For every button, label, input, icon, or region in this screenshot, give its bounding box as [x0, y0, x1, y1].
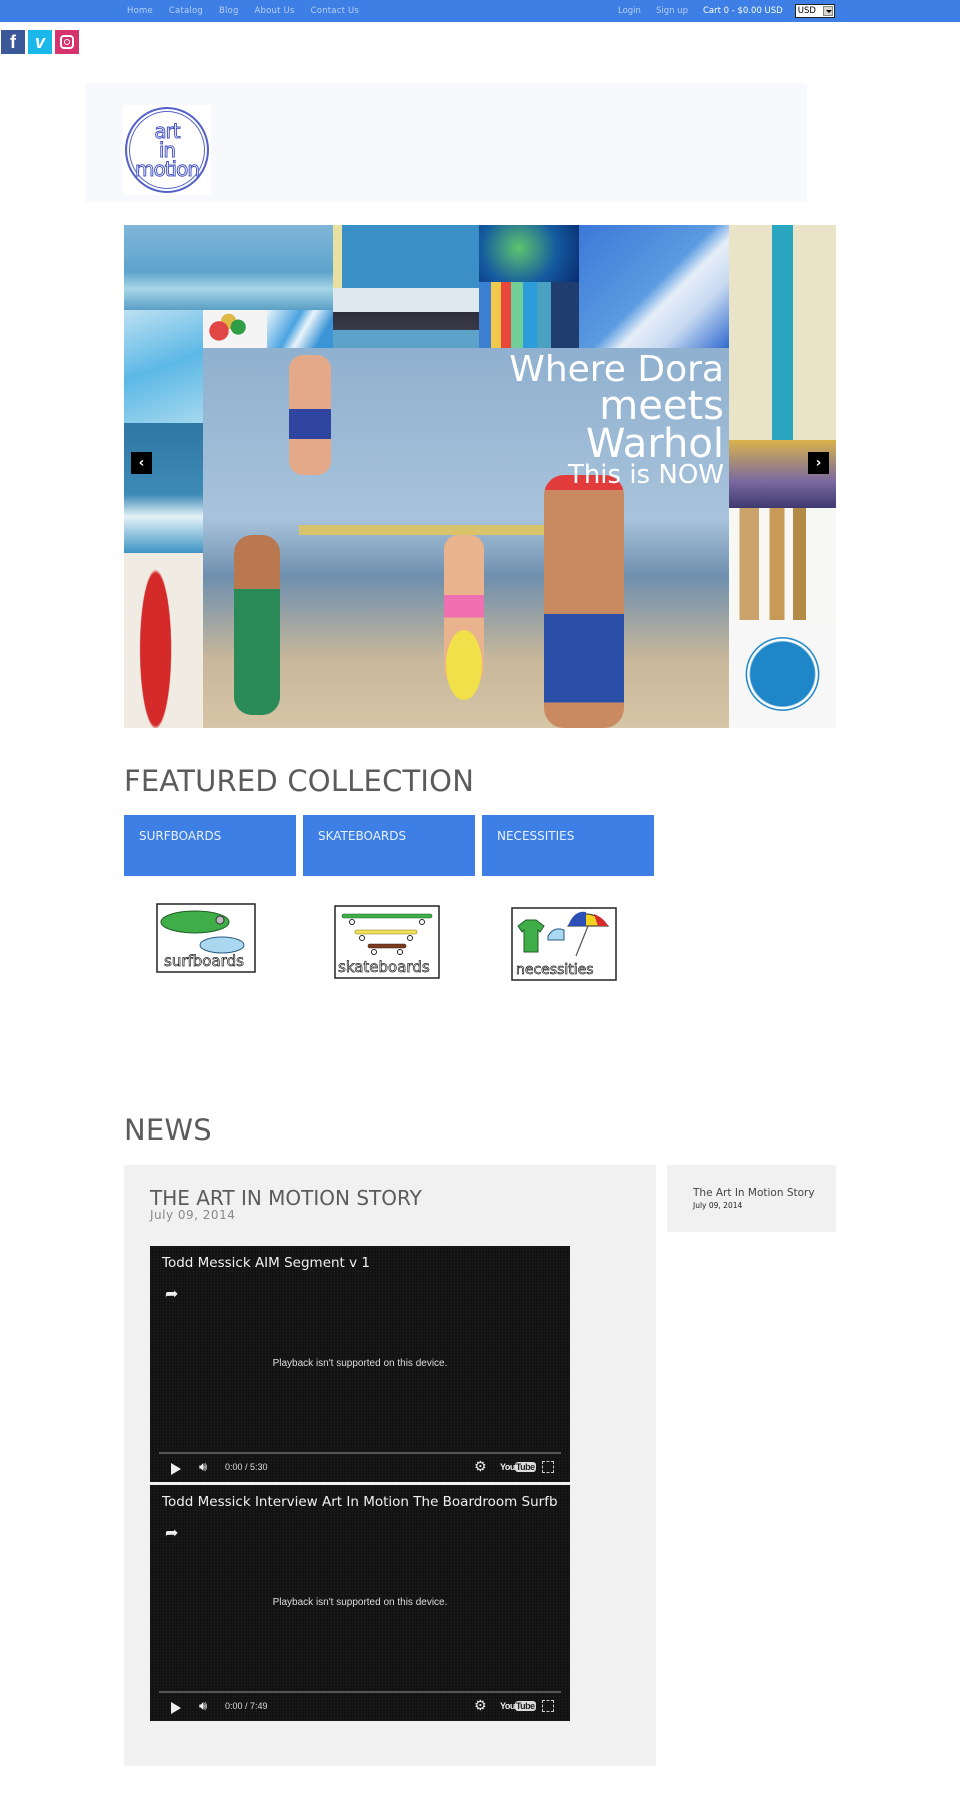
- beach-person-right: [544, 475, 624, 728]
- sidebar-article-link[interactable]: The Art In Motion Story: [693, 1187, 815, 1199]
- collection-skateboards-button[interactable]: SKATEBOARDS: [303, 815, 475, 876]
- beach-person-jumping: [289, 355, 331, 475]
- photo-red-board: [124, 553, 203, 728]
- photo-wetsuit-surfer: [124, 423, 203, 553]
- video-title[interactable]: Todd Messick Interview Art In Motion The…: [162, 1494, 558, 1510]
- photo-skateboards: [729, 508, 836, 620]
- photo-pier: [333, 288, 479, 348]
- play-icon[interactable]: [171, 1702, 181, 1714]
- gear-icon[interactable]: ⚙: [474, 1698, 487, 1714]
- youtube-logo-icon[interactable]: YouTube: [500, 1462, 536, 1472]
- beach-surfboard-yellow: [446, 630, 482, 700]
- play-icon[interactable]: [171, 1463, 181, 1475]
- chevron-left-icon: ‹: [138, 455, 145, 471]
- video-title[interactable]: Todd Messick AIM Segment v 1: [162, 1255, 370, 1271]
- currency-select[interactable]: USD: [794, 4, 835, 18]
- sidebar-article-date: July 09, 2014: [693, 1201, 743, 1210]
- video-time: 0:00 / 5:30: [225, 1462, 268, 1472]
- necessities-caption: necessities: [516, 962, 594, 978]
- hero-slideshow: Where Dora meets Warhol This is NOW: [124, 225, 836, 728]
- share-icon[interactable]: ➦: [165, 1284, 178, 1303]
- logo-ring: art in motion: [125, 107, 209, 193]
- photo-fins-blue: [267, 310, 333, 348]
- slideshow-next-button[interactable]: ›: [808, 452, 829, 474]
- photo-logo-sticker: [729, 620, 836, 728]
- video-controls: 🔊︎ 0:00 / 7:49 ⚙ YouTube: [150, 1697, 570, 1719]
- chevron-down-icon: [822, 6, 833, 16]
- progress-bar[interactable]: [159, 1691, 561, 1693]
- photo-surfer-wave: [124, 225, 333, 310]
- youtube-logo-icon[interactable]: YouTube: [500, 1701, 536, 1711]
- collection-necessities-button[interactable]: NECESSITIES: [482, 815, 654, 876]
- nav-about-us[interactable]: About Us: [255, 6, 295, 16]
- login-link[interactable]: Login: [618, 6, 641, 16]
- signup-link[interactable]: Sign up: [656, 6, 688, 16]
- photo-boards-rack: [479, 282, 579, 348]
- logo-text-motion: motion: [134, 156, 200, 181]
- slideshow-prev-button[interactable]: ‹: [131, 452, 152, 474]
- vimeo-icon[interactable]: v: [28, 30, 52, 54]
- cart-link[interactable]: Cart 0 - $0.00 USD: [703, 6, 783, 16]
- nav-blog[interactable]: Blog: [219, 6, 239, 16]
- fullscreen-icon[interactable]: [542, 1461, 554, 1473]
- photo-shaping-room: [579, 225, 729, 348]
- photo-van: [333, 225, 479, 288]
- featured-collection-title: FEATURED COLLECTION: [124, 764, 475, 798]
- video-controls: 🔊︎ 0:00 / 5:30 ⚙ YouTube: [150, 1458, 570, 1480]
- currency-value: USD: [797, 6, 816, 16]
- volume-icon[interactable]: 🔊︎: [199, 1699, 207, 1714]
- slogan-line-2: meets Warhol: [585, 383, 724, 468]
- surfboards-caption: surfboards: [164, 952, 244, 970]
- news-sidebar: The Art In Motion Story July 09, 2014: [667, 1165, 836, 1232]
- article-title[interactable]: THE ART IN MOTION STORY: [150, 1186, 422, 1210]
- slogan-line-3: This is NOW: [567, 460, 724, 491]
- instagram-icon[interactable]: [55, 30, 79, 54]
- volume-icon[interactable]: 🔊︎: [199, 1460, 207, 1475]
- collection-necessities-image[interactable]: necessities: [508, 900, 626, 984]
- share-icon[interactable]: ➦: [165, 1523, 178, 1542]
- fullscreen-icon[interactable]: [542, 1700, 554, 1712]
- video-player[interactable]: Todd Messick Interview Art In Motion The…: [150, 1485, 570, 1721]
- site-logo[interactable]: art in motion: [123, 105, 211, 195]
- social-links: f v: [1, 30, 79, 54]
- playback-message: Playback isn't supported on this device.: [272, 1358, 448, 1369]
- photo-fin: [124, 310, 203, 423]
- top-bar: Home Catalog Blog About Us Contact Us Lo…: [0, 0, 960, 22]
- photo-hats: [203, 310, 267, 348]
- chevron-right-icon: ›: [815, 455, 822, 471]
- gear-icon[interactable]: ⚙: [474, 1459, 487, 1475]
- video-time: 0:00 / 7:49: [225, 1701, 268, 1711]
- hero-slogan: Where Dora meets Warhol This is NOW: [504, 349, 724, 491]
- playback-message: Playback isn't supported on this device.: [272, 1597, 448, 1608]
- photo-longboard: [729, 225, 836, 440]
- nav-contact-us[interactable]: Contact Us: [311, 6, 359, 16]
- beach-person-left: [234, 535, 280, 715]
- account-nav: Login Sign up Cart 0 - $0.00 USD USD: [618, 0, 835, 22]
- photo-blurred-surfer: [729, 440, 836, 508]
- facebook-icon[interactable]: f: [1, 30, 25, 54]
- collection-surfboards-button[interactable]: SURFBOARDS: [124, 815, 296, 876]
- collection-surfboards-image[interactable]: surfboards: [150, 900, 268, 984]
- video-player[interactable]: Todd Messick AIM Segment v 1 ➦ Playback …: [150, 1246, 570, 1482]
- news-title: NEWS: [124, 1113, 212, 1147]
- nav-home[interactable]: Home: [127, 6, 153, 16]
- photo-night-surfer: [479, 225, 579, 282]
- article-date: July 09, 2014: [150, 1208, 236, 1222]
- nav-catalog[interactable]: Catalog: [169, 6, 203, 16]
- main-nav: Home Catalog Blog About Us Contact Us: [127, 0, 375, 22]
- progress-bar[interactable]: [159, 1452, 561, 1454]
- slogan-line-1: Where Dora: [509, 349, 724, 390]
- collection-skateboards-image[interactable]: skateboards: [328, 900, 446, 984]
- skateboards-caption: skateboards: [338, 958, 430, 976]
